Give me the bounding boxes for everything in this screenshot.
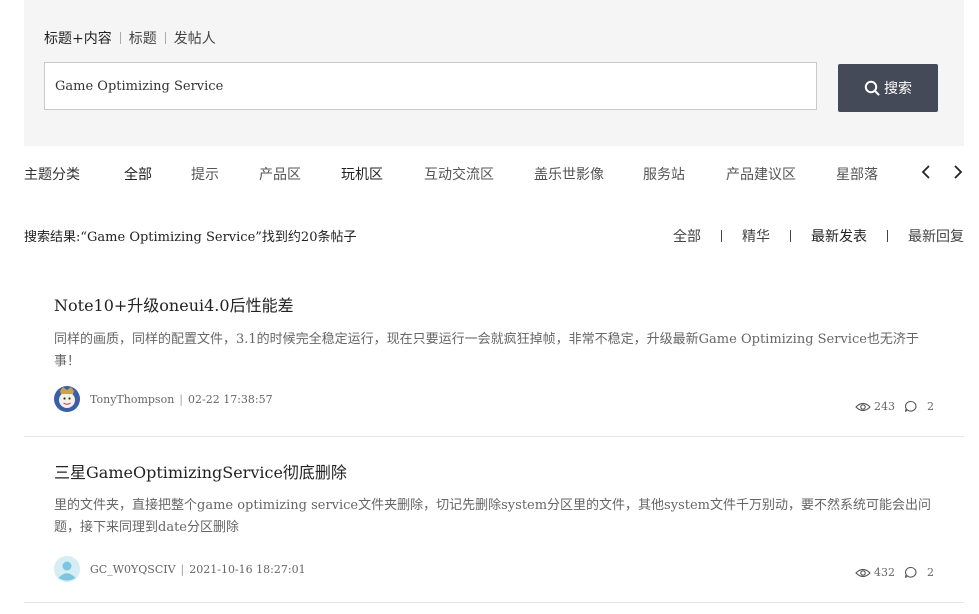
divider: |	[180, 562, 185, 576]
divider	[721, 230, 722, 242]
comment-icon	[904, 400, 917, 413]
post-excerpt: 里的文件夹，直接把整个game optimizing service文件夹删除，…	[54, 498, 931, 535]
category-product-suggestions[interactable]: 产品建议区	[726, 164, 796, 184]
divider: |	[179, 392, 183, 406]
view-count: 432	[855, 566, 895, 579]
reply-count: 2	[904, 566, 934, 579]
category-star-tribe[interactable]: 星部落	[836, 164, 878, 184]
search-input[interactable]	[44, 62, 817, 110]
post-title[interactable]: Note10+升级oneui4.0后性能差	[54, 292, 294, 316]
divider	[887, 230, 888, 242]
post-time: 02-22 17:38:57	[188, 392, 273, 406]
search-mode-title[interactable]: 标题	[129, 28, 157, 48]
reply-count-value: 2	[927, 566, 934, 579]
chevron-left-icon[interactable]	[920, 164, 932, 184]
search-mode-title-content[interactable]: 标题+内容	[44, 28, 112, 48]
chevron-right-icon[interactable]	[952, 164, 964, 184]
post-title[interactable]: 三星GameOptimizingService彻底删除	[54, 459, 347, 483]
post-meta: GC_W0YQSCIV | 2021-10-16 18:27:01	[54, 556, 306, 582]
post-time: 2021-10-16 18:27:01	[189, 562, 306, 576]
sort-tabs: 全部 精华 最新发表 最新回复	[673, 226, 964, 246]
post-stats: 243 2	[855, 400, 934, 413]
eye-icon	[855, 402, 871, 411]
list-item[interactable]: 三星GameOptimizingService彻底删除 里的文件夹，直接把整个g…	[24, 437, 964, 603]
category-galaxy-imaging[interactable]: 盖乐世影像	[534, 164, 604, 184]
view-count-value: 432	[874, 566, 895, 579]
sort-tab-latest-replies[interactable]: 最新回复	[908, 226, 964, 246]
avatar[interactable]	[54, 386, 80, 412]
results-summary: 搜索结果:“Game Optimizing Service”找到约20条帖子	[24, 230, 357, 245]
avatar[interactable]	[54, 556, 80, 582]
eye-icon	[855, 568, 871, 577]
category-tips[interactable]: 提示	[191, 164, 219, 184]
search-panel: 标题+内容 标题 发帖人 搜索	[24, 0, 964, 146]
search-icon	[864, 80, 880, 96]
sort-tab-featured[interactable]: 精华	[742, 226, 770, 246]
category-label: 主题分类	[24, 167, 80, 183]
category-play[interactable]: 玩机区	[341, 164, 383, 184]
view-count: 243	[855, 400, 895, 413]
search-button[interactable]: 搜索	[838, 64, 938, 112]
category-products[interactable]: 产品区	[259, 164, 301, 184]
sort-tab-all[interactable]: 全部	[673, 226, 701, 246]
category-service-station[interactable]: 服务站	[643, 164, 685, 184]
reply-count-value: 2	[927, 400, 934, 413]
author-name[interactable]: GC_W0YQSCIV	[90, 563, 176, 576]
divider	[164, 32, 166, 44]
reply-count: 2	[904, 400, 934, 413]
author-name[interactable]: TonyThompson	[90, 393, 174, 406]
sort-tab-latest-posts[interactable]: 最新发表	[811, 226, 867, 246]
search-button-label: 搜索	[884, 81, 912, 97]
comment-icon	[904, 566, 917, 579]
post-meta: TonyThompson | 02-22 17:38:57	[54, 386, 273, 412]
category-all[interactable]: 全部	[124, 164, 152, 184]
view-count-value: 243	[874, 400, 895, 413]
divider	[790, 230, 791, 242]
post-excerpt: 同样的画质，同样的配置文件，3.1的时候完全稳定运行，现在只要运行一会就疯狂掉帧…	[54, 332, 919, 369]
divider	[119, 32, 121, 44]
post-stats: 432 2	[855, 566, 934, 579]
list-item[interactable]: Note10+升级oneui4.0后性能差 同样的画质，同样的配置文件，3.1的…	[24, 270, 964, 437]
search-mode-tabs: 标题+内容 标题 发帖人	[44, 28, 216, 48]
category-interaction[interactable]: 互动交流区	[424, 164, 494, 184]
category-bar: 主题分类 全部 提示 产品区 玩机区 互动交流区 盖乐世影像 服务站 产品建议区…	[0, 160, 979, 186]
search-mode-poster[interactable]: 发帖人	[174, 28, 216, 48]
